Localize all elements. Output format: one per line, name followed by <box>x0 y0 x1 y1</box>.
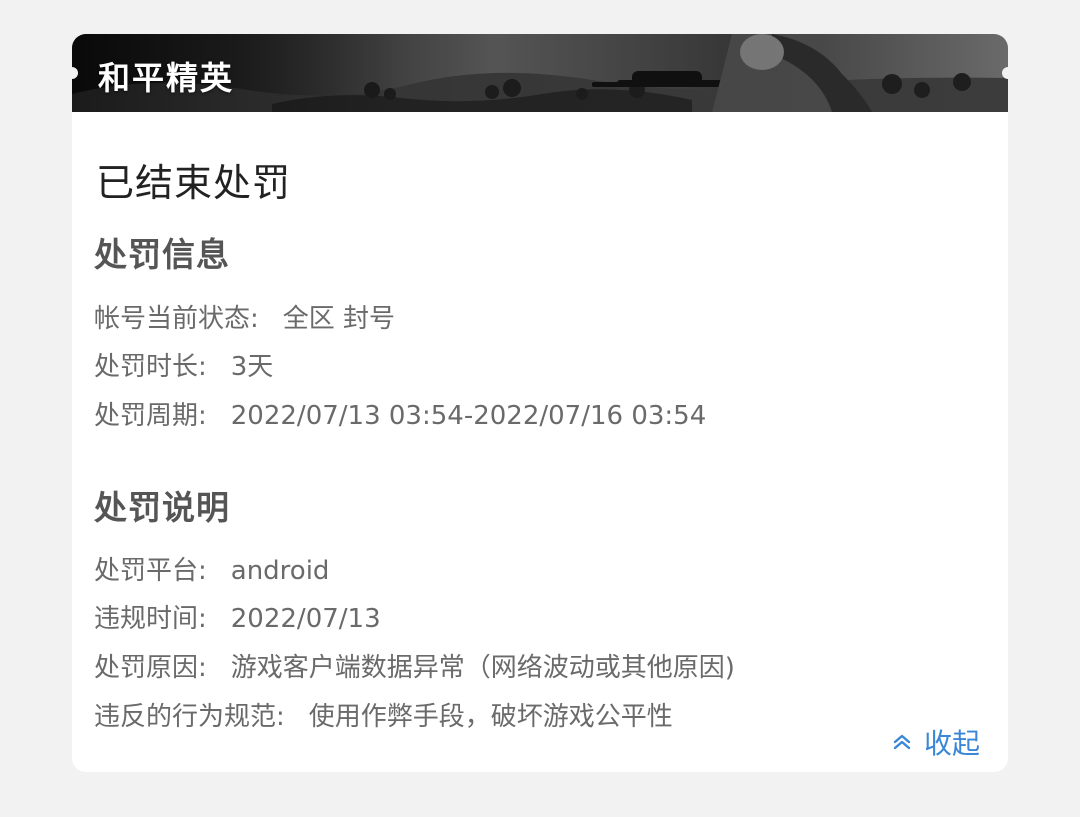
penalty-status: 已结束处罚 <box>96 161 292 205</box>
row-label: 违反的行为规范: <box>94 702 285 732</box>
row-label: 处罚时长: <box>94 352 207 382</box>
banner-notch-right <box>1002 67 1008 79</box>
collapse-label: 收起 <box>923 727 980 760</box>
row-label: 处罚平台: <box>94 556 207 586</box>
penalty-info-title: 处罚信息 <box>94 235 230 274</box>
row-label: 帐号当前状态: <box>94 304 259 334</box>
row-label: 处罚周期: <box>94 401 207 431</box>
explain-row-platform: 处罚平台: android <box>94 550 329 587</box>
row-label: 处罚原因: <box>94 653 207 683</box>
row-value: 游戏客户端数据异常（网络波动或其他原因) <box>230 653 735 683</box>
game-banner: 和平精英 <box>72 34 1008 112</box>
row-value: 3天 <box>230 352 274 382</box>
row-value: android <box>230 556 330 586</box>
double-chevron-up-icon <box>893 734 911 750</box>
row-label: 违规时间: <box>94 604 207 634</box>
info-row-period: 处罚周期: 2022/07/13 03:54-2022/07/16 03:54 <box>94 395 706 432</box>
row-value: 2022/07/13 <box>230 604 381 634</box>
collapse-button[interactable]: 收起 <box>892 722 980 762</box>
game-title: 和平精英 <box>98 59 235 97</box>
row-value: 2022/07/13 03:54-2022/07/16 03:54 <box>230 401 707 431</box>
info-row-account-status: 帐号当前状态: 全区 封号 <box>94 298 395 335</box>
explain-row-reason: 处罚原因: 游戏客户端数据异常（网络波动或其他原因) <box>94 647 735 684</box>
penalty-card: 和平精英 已结束处罚 处罚信息 帐号当前状态: 全区 封号 处罚时长: 3天 处罚周… <box>72 34 1008 772</box>
explain-row-violated-rule: 违反的行为规范: 使用作弊手段，破坏游戏公平性 <box>94 696 673 733</box>
row-value: 使用作弊手段，破坏游戏公平性 <box>308 702 673 732</box>
info-row-duration: 处罚时长: 3天 <box>94 346 273 383</box>
explain-row-violation-time: 违规时间: 2022/07/13 <box>94 598 381 635</box>
penalty-explain-title: 处罚说明 <box>94 488 230 527</box>
row-value: 全区 封号 <box>282 304 396 334</box>
